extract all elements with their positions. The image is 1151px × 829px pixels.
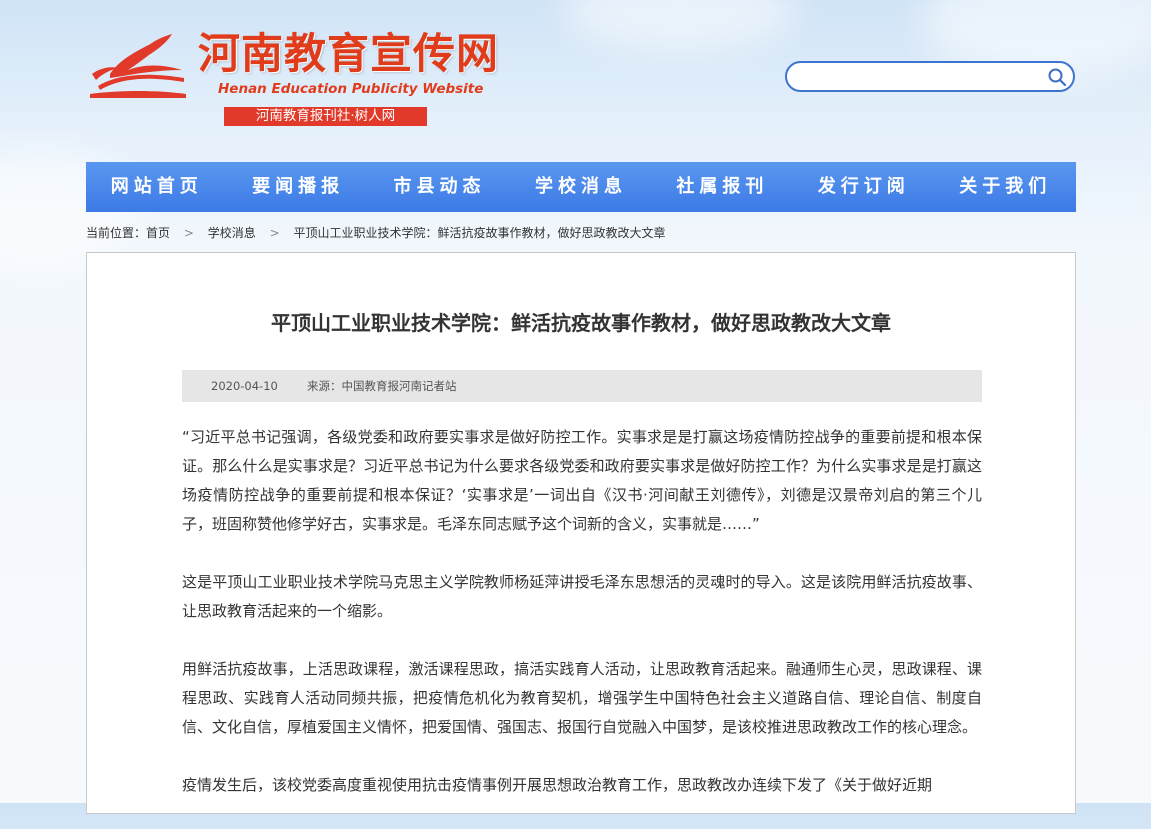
article-paragraph: 这是平顶山工业职业技术学院马克思主义学院教师杨延萍讲授毛泽东思想活的灵魂时的导入… [182,573,982,620]
article-date: 2020-04-10 [211,379,278,393]
nav-item-about[interactable]: 关于我们 [935,162,1076,212]
nav-item-school[interactable]: 学校消息 [510,162,651,212]
nav-item-news[interactable]: 要闻播报 [227,162,368,212]
nav-item-city[interactable]: 市县动态 [369,162,510,212]
article-paragraph: 用鲜活抗疫故事，上活思政课程，激活课程思政，搞活实践育人活动，让思政教育活起来。… [182,660,982,736]
breadcrumb: 当前位置：首页 > 学校消息 > 平顶山工业职业技术学院：鲜活抗疫故事作教材，做… [86,224,666,241]
breadcrumb-home[interactable]: 首页 [146,226,170,240]
search-box [785,61,1075,92]
main-nav: 网站首页 要闻播报 市县动态 学校消息 社属报刊 发行订阅 关于我们 [86,162,1076,212]
breadcrumb-school-news[interactable]: 学校消息 [208,226,256,240]
article-body: “习近平总书记强调，各级党委和政府要实事求是做好防控工作。实事求是是打赢这场疫情… [182,423,982,829]
breadcrumb-current[interactable]: 平顶山工业职业技术学院：鲜活抗疫故事作教材，做好思政教改大文章 [293,226,665,240]
article-title: 平顶山工业职业技术学院：鲜活抗疫故事作教材，做好思政教改大文章 [271,311,891,335]
site-tag: 河南教育报刊社·树人网 [224,107,427,126]
article-paragraph: “习近平总书记强调，各级党委和政府要实事求是做好防控工作。实事求是是打赢这场疫情… [182,428,982,533]
site-title: 河南教育宣传网 [198,29,500,78]
breadcrumb-prefix: 当前位置： [86,226,147,240]
chevron-right-icon: > [183,226,194,240]
nav-item-subscribe[interactable]: 发行订阅 [793,162,934,212]
site-subtitle: Henan Education Publicity Website [218,81,484,97]
search-input[interactable] [801,67,1045,88]
article-source: 来源：中国教育报河南记者站 [307,379,457,393]
article-paragraph: 疫情发生后，该校党委高度重视使用抗击疫情事例开展思想政治教育工作，思政教改办连续… [182,776,933,794]
article-panel: 平顶山工业职业技术学院：鲜活抗疫故事作教材，做好思政教改大文章 2020-04-… [86,252,1076,814]
nav-item-publications[interactable]: 社属报刊 [652,162,793,212]
chevron-right-icon: > [269,226,280,240]
search-icon[interactable] [1047,67,1067,87]
site-logo[interactable] [88,34,188,98]
article-meta: 2020-04-10 来源：中国教育报河南记者站 [182,370,982,402]
nav-item-home[interactable]: 网站首页 [86,162,227,212]
